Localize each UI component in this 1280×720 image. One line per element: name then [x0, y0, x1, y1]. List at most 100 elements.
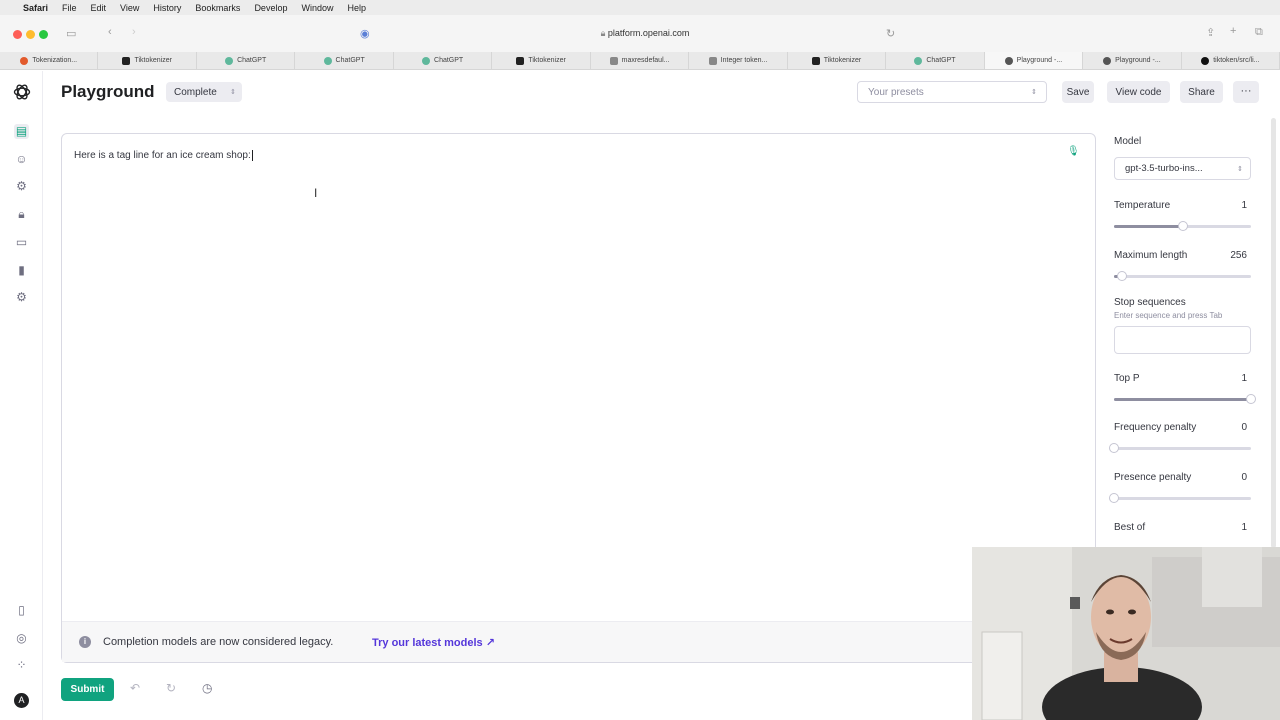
tab-overview-icon[interactable]: ⧉	[1255, 26, 1263, 39]
usage-icon[interactable]: ▮	[14, 263, 29, 278]
max-length-slider[interactable]	[1114, 271, 1251, 281]
reload-icon[interactable]: ↻	[886, 27, 895, 40]
info-icon: i	[79, 636, 91, 648]
browser-tab[interactable]: Tiktokenizer	[98, 52, 197, 69]
frequency-penalty-value[interactable]: 0	[1207, 422, 1247, 433]
prompt-editor[interactable]	[61, 133, 1096, 663]
max-length-value[interactable]: 256	[1207, 250, 1247, 261]
new-tab-icon[interactable]: +	[1230, 25, 1236, 37]
max-length-slider-thumb[interactable]	[1117, 271, 1128, 281]
temperature-value[interactable]: 1	[1207, 200, 1247, 211]
menu-history[interactable]: History	[153, 3, 181, 13]
share-page-icon[interactable]: ⇪	[1206, 26, 1215, 39]
playground-icon[interactable]: ▤	[14, 124, 29, 139]
mode-select[interactable]: Complete ⇕	[166, 82, 242, 102]
tab-favicon-icon	[1004, 56, 1013, 65]
settings-scrollbar[interactable]	[1271, 118, 1276, 548]
temperature-slider-thumb[interactable]	[1177, 221, 1188, 231]
minimize-window-button[interactable]	[26, 30, 35, 39]
top-p-slider-thumb[interactable]	[1246, 394, 1256, 404]
top-p-value[interactable]: 1	[1207, 373, 1247, 384]
menu-app-name[interactable]: Safari	[23, 3, 48, 13]
regenerate-icon[interactable]: ↻	[166, 681, 176, 695]
files-icon[interactable]: ▭	[14, 235, 29, 250]
temperature-slider[interactable]	[1114, 221, 1251, 231]
menu-edit[interactable]: Edit	[91, 3, 107, 13]
forward-icon[interactable]: ›	[132, 26, 136, 38]
fine-tuning-icon[interactable]: ⚙	[14, 179, 29, 194]
frequency-penalty-slider[interactable]	[1109, 443, 1251, 453]
menu-window[interactable]: Window	[301, 3, 333, 13]
menu-bookmarks[interactable]: Bookmarks	[195, 3, 240, 13]
browser-tab-bar: Tokenization... Tiktokenizer ChatGPT ChatGP…	[0, 52, 1280, 70]
presets-select[interactable]: Your presets ⇕	[857, 81, 1047, 103]
latest-models-link[interactable]: Try our latest models ↗	[372, 636, 495, 649]
tab-favicon-icon	[323, 56, 332, 65]
model-label: Model	[1114, 136, 1142, 147]
menu-develop[interactable]: Develop	[254, 3, 287, 13]
prompt-text[interactable]: Here is a tag line for an ice cream shop…	[74, 150, 253, 161]
browser-tab[interactable]: ChatGPT	[886, 52, 985, 69]
password-manager-icon[interactable]: ◉	[360, 27, 370, 40]
docs-icon[interactable]: ▯	[14, 603, 29, 618]
left-nav: ▤ ☺ ⚙ 🔒︎ ▭ ▮ ⚙ ▯ ◎ ⁘ A	[0, 71, 43, 720]
tab-label: Playground -...	[1016, 57, 1063, 64]
browser-tab[interactable]: Tokenization...	[0, 52, 99, 69]
browser-tab[interactable]: tiktoken/src/li...	[1182, 52, 1280, 69]
mode-select-value: Complete	[174, 86, 217, 98]
presence-penalty-value[interactable]: 0	[1207, 472, 1247, 483]
stop-sequences-input[interactable]	[1114, 326, 1251, 354]
presence-penalty-slider[interactable]	[1109, 493, 1251, 503]
api-keys-icon[interactable]: 🔒︎	[14, 207, 29, 222]
avatar[interactable]: A	[14, 693, 29, 708]
undo-icon[interactable]: ↶	[130, 681, 140, 695]
browser-tab[interactable]: maxresdefaul...	[591, 52, 690, 69]
help-icon[interactable]: ◎	[14, 631, 29, 646]
close-window-button[interactable]	[13, 30, 22, 39]
back-icon[interactable]: ‹	[108, 26, 112, 38]
browser-tab[interactable]: Integer token...	[689, 52, 788, 69]
chevron-updown-icon: ⇕	[1031, 89, 1037, 96]
menu-help[interactable]: Help	[347, 3, 366, 13]
browser-tab[interactable]: Playground -...	[984, 52, 1084, 69]
share-button[interactable]: Share	[1180, 81, 1223, 103]
save-button[interactable]: Save	[1062, 81, 1094, 103]
tab-label: Playground -...	[1115, 57, 1161, 64]
tab-favicon-icon	[422, 56, 431, 65]
webcam-presenter-image	[972, 547, 1280, 720]
zoom-window-button[interactable]	[39, 30, 48, 39]
history-icon[interactable]: ◷	[202, 681, 212, 695]
settings-icon[interactable]: ⚙	[14, 290, 29, 305]
best-of-value[interactable]: 1	[1207, 522, 1247, 533]
menu-view[interactable]: View	[120, 3, 139, 13]
view-code-button[interactable]: View code	[1107, 81, 1170, 103]
stop-sequences-hint: Enter sequence and press Tab	[1114, 311, 1223, 320]
sidebar-toggle-icon[interactable]: ▭	[66, 27, 76, 40]
menu-file[interactable]: File	[62, 3, 77, 13]
tab-label: Tokenization...	[32, 57, 78, 64]
tab-label: Integer token...	[720, 57, 768, 64]
os-menubar: Safari File Edit View History Bookmarks …	[0, 0, 1280, 15]
microphone-icon[interactable]: 🎙︎	[1067, 146, 1080, 157]
tab-favicon-icon	[811, 56, 820, 65]
openai-logo-icon[interactable]	[12, 82, 32, 102]
browser-tab[interactable]: Tiktokenizer	[788, 52, 887, 69]
browser-tab[interactable]: ChatGPT	[295, 52, 394, 69]
presence-penalty-slider-thumb[interactable]	[1109, 493, 1119, 503]
top-p-slider[interactable]	[1114, 394, 1256, 404]
apps-icon[interactable]: ⁘	[14, 658, 29, 673]
ibeam-cursor-icon: I	[314, 186, 318, 200]
address-bar[interactable]: 🔒︎ platform.openai.com	[560, 28, 730, 39]
model-select[interactable]: gpt-3.5-turbo-ins... ⇕	[1114, 157, 1251, 180]
browser-tab[interactable]: ChatGPT	[197, 52, 296, 69]
assistants-icon[interactable]: ☺	[14, 152, 29, 167]
frequency-penalty-slider-thumb[interactable]	[1109, 443, 1119, 453]
browser-tab[interactable]: Playground -...	[1083, 52, 1182, 69]
tab-label: Tiktokenizer	[134, 57, 172, 64]
legacy-notice: i Completion models are now considered l…	[62, 621, 972, 662]
browser-tab[interactable]: Tiktokenizer	[492, 52, 591, 69]
more-options-button[interactable]: ···	[1233, 81, 1259, 103]
browser-tab[interactable]: ChatGPT	[394, 52, 493, 69]
lock-icon: 🔒︎	[600, 28, 606, 38]
submit-button[interactable]: Submit	[61, 678, 114, 701]
